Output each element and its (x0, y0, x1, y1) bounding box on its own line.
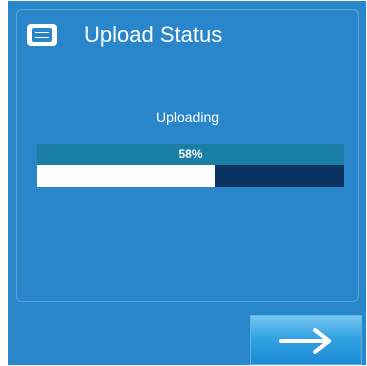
next-button[interactable] (250, 315, 362, 365)
upload-status-screen: Upload Status Uploading 58% (8, 1, 366, 365)
upload-progress-bar: 58% (37, 144, 344, 187)
progress-track (37, 165, 344, 187)
progress-fill (37, 165, 216, 187)
page-title: Upload Status (84, 22, 223, 47)
upload-status-label: Uploading (155, 109, 220, 125)
progress-percent-label: 58% (37, 144, 344, 165)
status-panel: Upload Status Uploading 58% (16, 9, 359, 302)
message-icon (27, 24, 57, 46)
arrow-right-icon (279, 328, 331, 354)
